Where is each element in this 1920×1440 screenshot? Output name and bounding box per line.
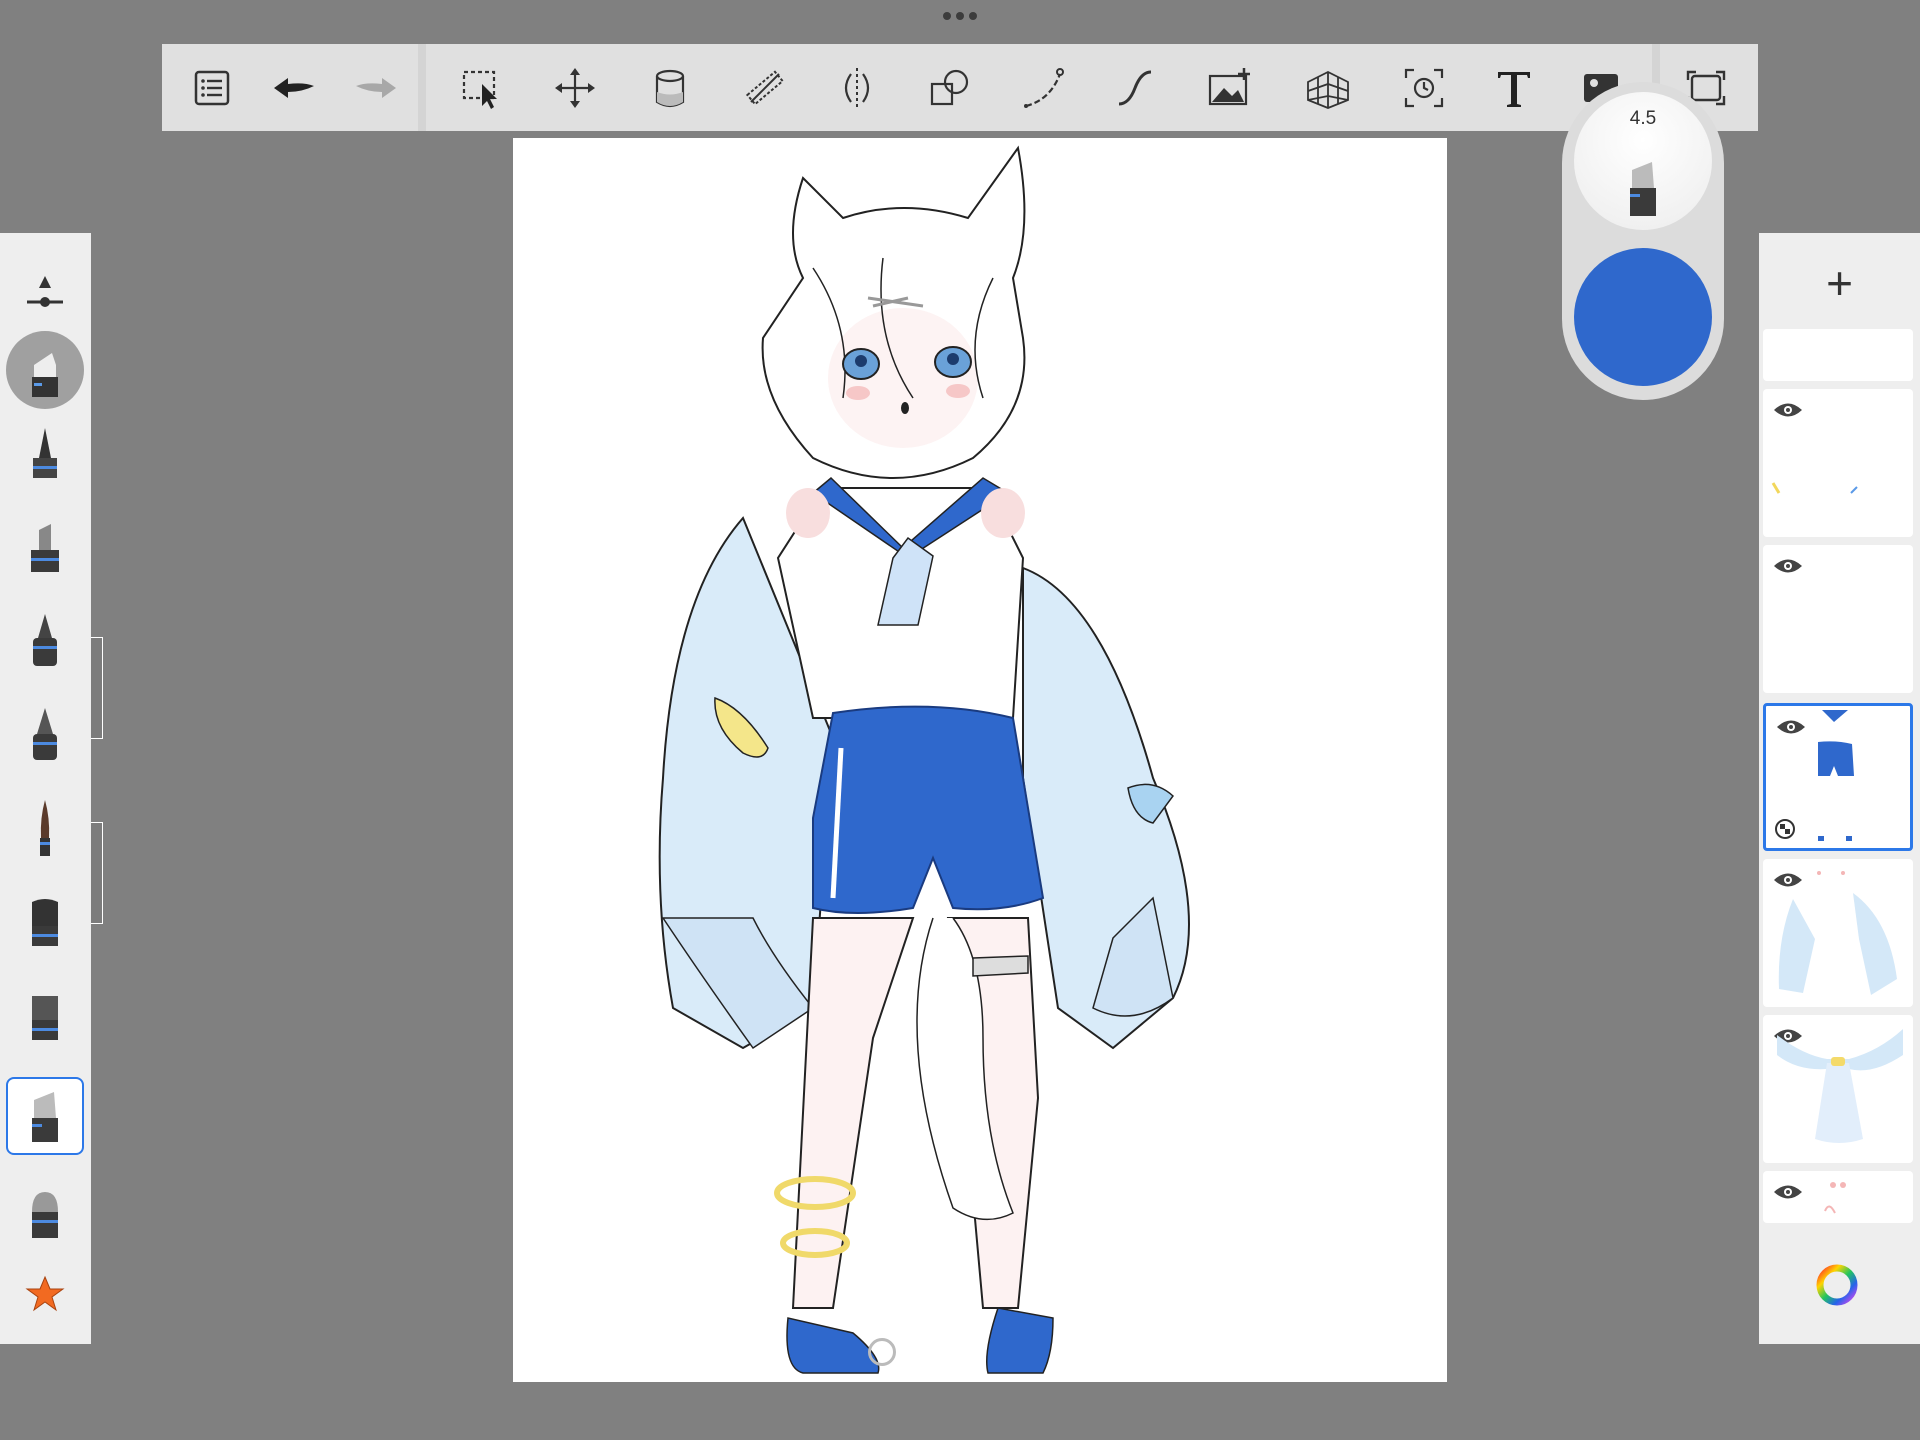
text-T-icon[interactable]: [1484, 58, 1544, 118]
brush-size-control[interactable]: 4.5: [1574, 92, 1712, 230]
chisel-marker-icon: [1630, 162, 1656, 216]
brush-size-value: 4.5: [1629, 108, 1657, 129]
brush-puck[interactable]: 4.5: [1562, 82, 1724, 400]
redo-arrow-icon[interactable]: [346, 58, 406, 118]
wide-brush-icon[interactable]: [6, 979, 84, 1057]
layer-shorts[interactable]: [1763, 703, 1913, 851]
bucket-icon[interactable]: [640, 58, 700, 118]
layer-collar[interactable]: [1763, 1015, 1913, 1163]
brush-library-panel: [0, 233, 91, 1344]
layers-panel: +: [1759, 233, 1920, 1344]
layer-empty[interactable]: [1763, 545, 1913, 693]
layer-jacket[interactable]: [1763, 859, 1913, 1007]
list-icon[interactable]: [182, 58, 242, 118]
star-icon[interactable]: [6, 1255, 84, 1333]
current-brush-indicator[interactable]: [6, 331, 84, 409]
select-dashed-icon[interactable]: [452, 58, 512, 118]
top-handle[interactable]: [938, 12, 982, 22]
perspective-grid-icon[interactable]: [1298, 58, 1358, 118]
drawing-canvas[interactable]: [513, 138, 1447, 1382]
ruler-icon[interactable]: [735, 58, 795, 118]
chisel-marker-icon[interactable]: [6, 1077, 84, 1155]
add-layer-button[interactable]: +: [1759, 253, 1920, 313]
ballpoint-icon[interactable]: [6, 697, 84, 775]
size-slider-icon[interactable]: [6, 253, 84, 331]
s-curve-icon[interactable]: [1105, 58, 1165, 118]
eye-icon[interactable]: [1773, 557, 1803, 575]
character-illustration: [658, 145, 1190, 1374]
symmetry-icon[interactable]: [827, 58, 887, 118]
undo-arrow-icon[interactable]: [264, 58, 324, 118]
alpha-lock-icon[interactable]: [1774, 818, 1796, 840]
color-wheel-icon[interactable]: [1815, 1263, 1859, 1307]
curve-dots-icon[interactable]: [1014, 58, 1074, 118]
timelapse-icon[interactable]: [1394, 58, 1454, 118]
pencil-icon[interactable]: [6, 415, 84, 493]
layer-blush[interactable]: [1763, 1171, 1913, 1223]
image-plus-icon[interactable]: [1200, 58, 1260, 118]
pen-icon[interactable]: [6, 603, 84, 681]
toolbar: [162, 44, 1758, 131]
flat-brush-icon[interactable]: [6, 885, 84, 963]
shapes-icon[interactable]: [920, 58, 980, 118]
brush-panel-tab-upper[interactable]: [91, 637, 103, 739]
marker-icon[interactable]: [6, 509, 84, 587]
paint-brush-icon[interactable]: [6, 791, 84, 869]
color-puck[interactable]: [1574, 248, 1712, 386]
layer-background[interactable]: [1763, 329, 1913, 381]
brush-panel-tab-lower[interactable]: [91, 822, 103, 924]
move-arrows-icon[interactable]: [545, 58, 605, 118]
refresh-indicator-icon: [868, 1338, 896, 1366]
eraser-icon[interactable]: [6, 1175, 84, 1253]
layer-sparkles[interactable]: [1763, 389, 1913, 537]
